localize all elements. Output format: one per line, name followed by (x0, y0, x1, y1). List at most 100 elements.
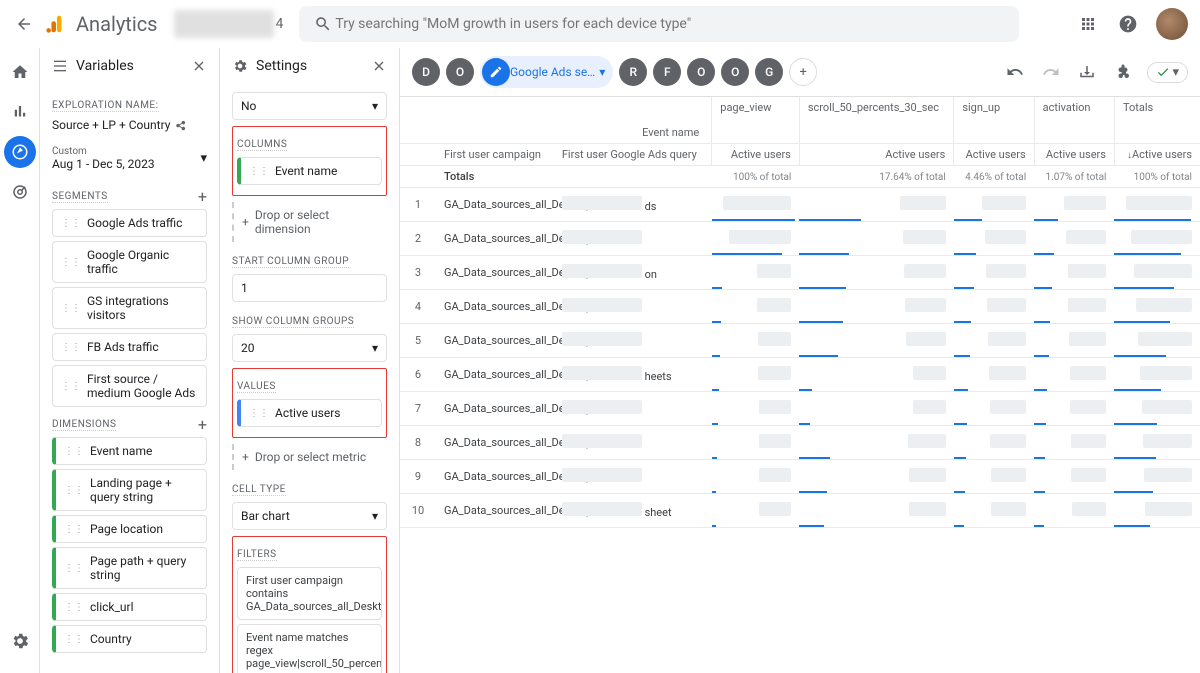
segment-chip[interactable]: ⋮⋮FB Ads traffic (52, 333, 207, 361)
values-chip-active-users[interactable]: ⋮⋮ Active users (237, 399, 382, 427)
metric-head-sort[interactable]: ↓Active users (1114, 143, 1200, 165)
metric-cell (712, 221, 800, 255)
nav-admin[interactable] (4, 625, 36, 657)
col-group-head[interactable]: sign_up (954, 97, 1034, 143)
nav-rail (0, 48, 40, 673)
undo-button[interactable] (1003, 60, 1027, 84)
nav-explore[interactable] (4, 136, 36, 168)
table-row[interactable]: 3GA_Data_sources_all_Desktop_Tier_1 on (400, 255, 1200, 289)
campaign-cell: GA_Data_sources_all_Desktop_Tier_1 (436, 221, 554, 255)
tab-active-pill[interactable] (482, 58, 510, 86)
search-input[interactable] (335, 16, 1007, 32)
dimension-chip[interactable]: ⋮⋮Event name (52, 437, 207, 465)
settings-gear-icon (232, 58, 248, 74)
tab-pill[interactable]: O (446, 58, 474, 86)
dimension-chip[interactable]: ⋮⋮Country (52, 625, 207, 653)
col-group-head[interactable]: scroll_50_percents_30_sec (799, 97, 953, 143)
dimension-chip[interactable]: ⋮⋮Landing page + query string (52, 469, 207, 511)
help-icon[interactable] (1116, 12, 1140, 36)
variables-toggle-icon[interactable] (52, 58, 68, 74)
col-group-head[interactable]: activation (1034, 97, 1114, 143)
segment-chip[interactable]: ⋮⋮Google Ads traffic (52, 209, 207, 237)
pivot-table: Event name page_view scroll_50_percents_… (400, 97, 1200, 528)
tab-active-label[interactable]: Google Ads se… ▾ (510, 65, 611, 79)
account-avatar[interactable] (1156, 8, 1188, 40)
metric-head[interactable]: Active users (712, 143, 800, 165)
table-row[interactable]: 7GA_Data_sources_all_Desktop_Tier_1 (400, 391, 1200, 425)
nested-rows-value: No (241, 99, 256, 113)
back-button[interactable] (12, 12, 36, 36)
metric-cell (1034, 391, 1114, 425)
col-group-head[interactable]: page_view (712, 97, 800, 143)
tab-pill[interactable]: O (721, 58, 749, 86)
analytics-logo-icon (44, 12, 68, 36)
metric-head[interactable]: Active users (1034, 143, 1114, 165)
segment-chip[interactable]: ⋮⋮Google Organic traffic (52, 241, 207, 283)
exploration-name-label: EXPLORATION NAME: (52, 100, 159, 112)
cell-type-select[interactable]: Bar chart▾ (232, 502, 387, 530)
search-bar[interactable] (299, 6, 1019, 42)
metric-cell (799, 391, 953, 425)
nav-reports[interactable] (4, 96, 36, 128)
settings-close-button[interactable] (371, 58, 387, 74)
download-button[interactable] (1075, 60, 1099, 84)
table-row[interactable]: 9GA_Data_sources_all_Desktop_Tier_1 (400, 459, 1200, 493)
table-row[interactable]: 10GA_Data_sources_all_Desktop_Tier_1 she… (400, 493, 1200, 527)
dim-head-query[interactable]: First user Google Ads query (554, 143, 712, 165)
nav-advertising[interactable] (4, 176, 36, 208)
dimension-chip[interactable]: ⋮⋮Page path + query string (52, 547, 207, 589)
segment-chip[interactable]: ⋮⋮First source / medium Google Ads (52, 365, 207, 407)
filter-card-campaign[interactable]: First user campaign contains GA_Data_sou… (237, 567, 382, 620)
filter-card-event[interactable]: Event name matches regex page_view|scrol… (237, 624, 382, 673)
table-row[interactable]: 1GA_Data_sources_all_Desktop_Tier_1 ds (400, 187, 1200, 221)
segments-add-button[interactable]: + (198, 187, 207, 206)
show-col-select[interactable]: 20▾ (232, 334, 387, 362)
metric-cell (954, 255, 1034, 289)
values-drop-zone[interactable]: + Drop or select metric (232, 444, 387, 470)
nav-home[interactable] (4, 56, 36, 88)
campaign-cell: GA_Data_sources_all_Desktop_Tier_1 (436, 493, 554, 527)
drag-handle-icon: ⋮⋮ (64, 602, 84, 613)
table-row[interactable]: 4GA_Data_sources_all_Desktop_Tier_1 (400, 289, 1200, 323)
metric-cell (712, 255, 800, 289)
share-exploration-button[interactable] (1111, 60, 1135, 84)
dimensions-add-button[interactable]: + (198, 415, 207, 434)
tab-pill[interactable]: F (653, 58, 681, 86)
columns-chip-event-name[interactable]: ⋮⋮ Event name (237, 157, 382, 185)
tab-add-button[interactable]: + (789, 58, 817, 86)
exploration-name[interactable]: Source + LP + Country (52, 118, 207, 132)
sampling-status-button[interactable]: ▾ (1147, 62, 1188, 83)
table-row[interactable]: 6GA_Data_sources_all_Desktop_Tier_1 heet… (400, 357, 1200, 391)
totals-sub: 4.46% of total (962, 172, 1026, 183)
columns-drop-zone[interactable]: + Drop or select dimension (232, 202, 387, 242)
dim-head-campaign[interactable]: First user campaign (436, 143, 554, 165)
start-col-input[interactable]: 1 (232, 274, 387, 302)
col-group-head[interactable]: Totals (1114, 97, 1200, 143)
metric-cell (1034, 357, 1114, 391)
tab-pill[interactable]: G (755, 58, 783, 86)
start-col-value: 1 (241, 281, 248, 295)
apps-icon[interactable] (1076, 12, 1100, 36)
metric-cell (712, 459, 800, 493)
tab-pill[interactable]: R (619, 58, 647, 86)
dimension-chip[interactable]: ⋮⋮Page location (52, 515, 207, 543)
nested-rows-select[interactable]: No▾ (232, 92, 387, 120)
tab-pill[interactable]: D (412, 58, 440, 86)
metric-head[interactable]: Active users (954, 143, 1034, 165)
metric-head[interactable]: Active users (799, 143, 953, 165)
values-label: VALUES (237, 381, 276, 393)
date-range-text: Aug 1 - Dec 5, 2023 (52, 157, 155, 171)
tab-pill[interactable]: O (687, 58, 715, 86)
variables-close-button[interactable] (191, 58, 207, 74)
table-row[interactable]: 8GA_Data_sources_all_Desktop_Tier_1 (400, 425, 1200, 459)
redo-button[interactable] (1039, 60, 1063, 84)
segment-chip[interactable]: ⋮⋮GS integrations visitors (52, 287, 207, 329)
date-range-picker[interactable]: Custom Aug 1 - Dec 5, 2023 ▾ (52, 142, 207, 175)
row-index: 8 (400, 425, 436, 459)
property-selector[interactable] (174, 10, 274, 38)
table-row[interactable]: 2GA_Data_sources_all_Desktop_Tier_1 (400, 221, 1200, 255)
segment-label: Google Ads traffic (87, 216, 182, 230)
table-row[interactable]: 5GA_Data_sources_all_Desktop_Tier_1 (400, 323, 1200, 357)
metric-cell (712, 289, 800, 323)
dimension-chip[interactable]: ⋮⋮click_url (52, 593, 207, 621)
